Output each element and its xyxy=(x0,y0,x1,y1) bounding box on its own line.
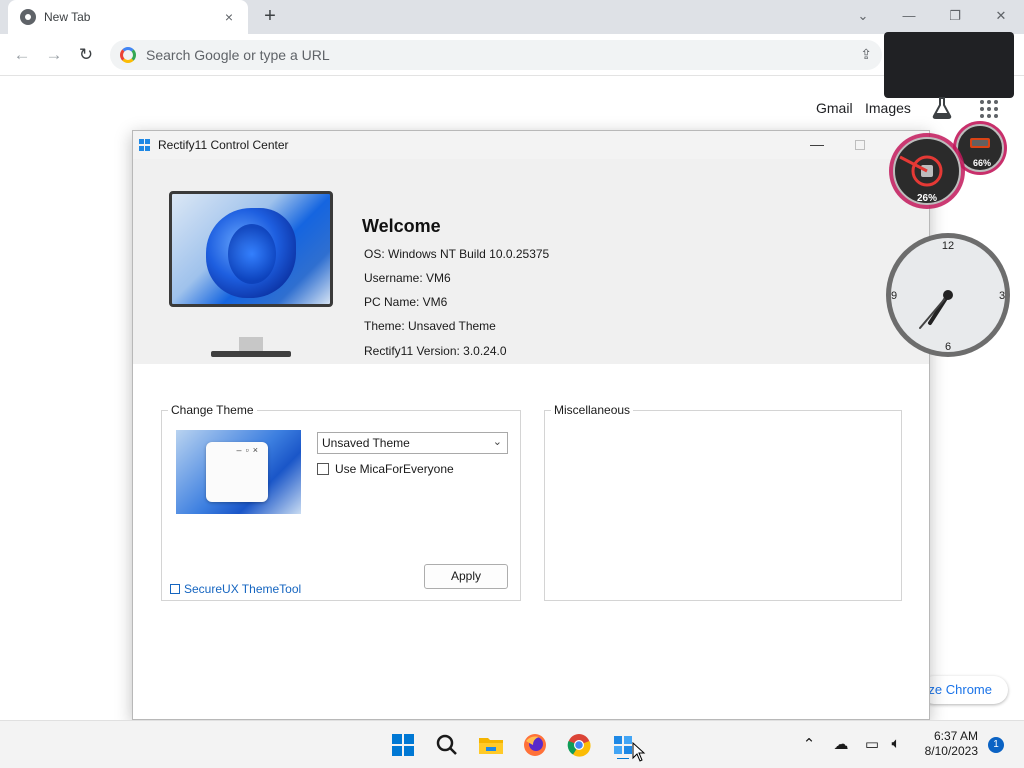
gmail-link[interactable]: Gmail xyxy=(816,100,853,116)
mouse-cursor-icon xyxy=(632,742,646,762)
restore-icon[interactable]: ❐ xyxy=(943,6,967,26)
mica-checkbox[interactable] xyxy=(317,463,329,475)
labs-flask-icon[interactable] xyxy=(931,96,953,120)
clock-number-3: 3 xyxy=(999,290,1005,302)
overlay-black-box xyxy=(884,32,1014,98)
miscellaneous-legend: Miscellaneous xyxy=(551,403,634,417)
rectify11-titlebar: Rectify11 Control Center — xyxy=(133,131,929,159)
username-info: Username: VM6 xyxy=(364,271,451,285)
back-icon[interactable]: ← xyxy=(10,43,34,67)
rectify11-window-title: Rectify11 Control Center xyxy=(158,138,289,152)
search-icon[interactable] xyxy=(433,731,461,759)
google-apps-icon[interactable] xyxy=(980,100,998,118)
mica-checkbox-row[interactable]: Use MicaForEveryone xyxy=(317,462,454,476)
images-link[interactable]: Images xyxy=(865,100,911,116)
show-hidden-icons-chevron-icon[interactable]: ⌃ xyxy=(799,735,819,755)
miscellaneous-group: Miscellaneous xyxy=(544,403,902,601)
rectify11-window: Rectify11 Control Center — Welcome OS: W… xyxy=(132,130,930,720)
onedrive-offline-icon[interactable]: ☁ xyxy=(831,735,851,755)
rectify11-minimize-icon[interactable]: — xyxy=(809,136,825,152)
omnibox-placeholder: Search Google or type a URL xyxy=(146,47,330,63)
reload-icon[interactable]: ↻ xyxy=(74,43,98,67)
rectify11-app-icon xyxy=(139,139,151,151)
close-window-icon[interactable]: ✕ xyxy=(989,6,1013,26)
cpu-percent: 26% xyxy=(917,193,937,204)
welcome-header: Welcome OS: Windows NT Build 10.0.25375 … xyxy=(133,159,929,364)
chrome-icon[interactable] xyxy=(565,731,593,759)
theme-info: Theme: Unsaved Theme xyxy=(364,319,496,333)
google-icon xyxy=(120,47,136,63)
rectify11-maximize-icon[interactable] xyxy=(855,140,865,150)
forward-icon[interactable]: → xyxy=(42,43,66,67)
change-theme-group: Change Theme –▫× Unsaved Theme ⌄ Use Mic… xyxy=(161,403,521,601)
theme-select-value: Unsaved Theme xyxy=(322,436,410,450)
new-tab-button[interactable]: + xyxy=(258,4,282,28)
monitor-stand xyxy=(239,337,263,351)
memory-percent: 66% xyxy=(973,158,991,168)
apply-button[interactable]: Apply xyxy=(424,564,508,589)
notification-badge[interactable]: 1 xyxy=(988,737,1004,753)
network-icon[interactable]: ▭ xyxy=(862,735,882,755)
clock-number-12: 12 xyxy=(942,240,954,252)
mica-label: Use MicaForEveryone xyxy=(335,462,454,476)
taskbar-time: 6:37 AM xyxy=(933,729,978,743)
pc-name-info: PC Name: VM6 xyxy=(364,295,448,309)
volume-icon[interactable]: 🔈︎ xyxy=(886,735,906,755)
taskbar-clock[interactable]: 6:37 AM 8/10/2023 xyxy=(906,729,978,759)
tab-strip: New Tab × + ⌄ — ❐ ✕ xyxy=(0,0,1024,34)
clock-gadget[interactable]: 12 3 6 9 xyxy=(882,230,1014,360)
start-icon[interactable] xyxy=(389,731,417,759)
clock-number-6: 6 xyxy=(945,341,951,353)
welcome-heading: Welcome xyxy=(362,216,441,236)
omnibox[interactable]: Search Google or type a URL ⇪ xyxy=(110,40,882,70)
taskbar-date: 8/10/2023 xyxy=(924,744,978,758)
monitor-illustration xyxy=(169,191,333,307)
share-icon[interactable]: ⇪ xyxy=(860,46,872,63)
clock-number-9: 9 xyxy=(891,290,897,302)
tab-search-icon[interactable]: ⌄ xyxy=(851,6,875,26)
theme-preview-image: –▫× xyxy=(176,430,301,514)
chevron-down-icon: ⌄ xyxy=(492,436,502,448)
firefox-icon[interactable] xyxy=(521,731,549,759)
browser-toolbar: ← → ↻ Search Google or type a URL ⇪ xyxy=(0,34,1024,76)
tab-title: New Tab xyxy=(44,10,91,24)
securux-themetool-link[interactable]: SecureUX ThemeTool xyxy=(170,582,301,596)
file-explorer-icon[interactable] xyxy=(477,731,505,759)
chrome-tab-icon xyxy=(20,9,36,25)
tab-new-tab[interactable]: New Tab × xyxy=(8,0,248,34)
version-info: Rectify11 Version: 3.0.24.0 xyxy=(364,344,507,358)
theme-select[interactable]: Unsaved Theme ⌄ xyxy=(317,432,508,454)
minimize-icon[interactable]: — xyxy=(897,6,921,26)
monitor-base xyxy=(211,351,291,357)
customize-chrome-button[interactable]: Customize Chrome xyxy=(920,676,1008,704)
cpu-gauge-gadget[interactable]: 26% xyxy=(886,132,968,210)
tab-close-icon[interactable]: × xyxy=(220,9,238,25)
external-window-icon xyxy=(170,584,180,594)
os-info: OS: Windows NT Build 10.0.25375 xyxy=(364,247,550,261)
taskbar: ⌃ ☁ ▭ 🔈︎ 6:37 AM 8/10/2023 1 xyxy=(0,720,1024,768)
change-theme-legend: Change Theme xyxy=(168,403,257,417)
securux-link-label: SecureUX ThemeTool xyxy=(184,582,302,596)
